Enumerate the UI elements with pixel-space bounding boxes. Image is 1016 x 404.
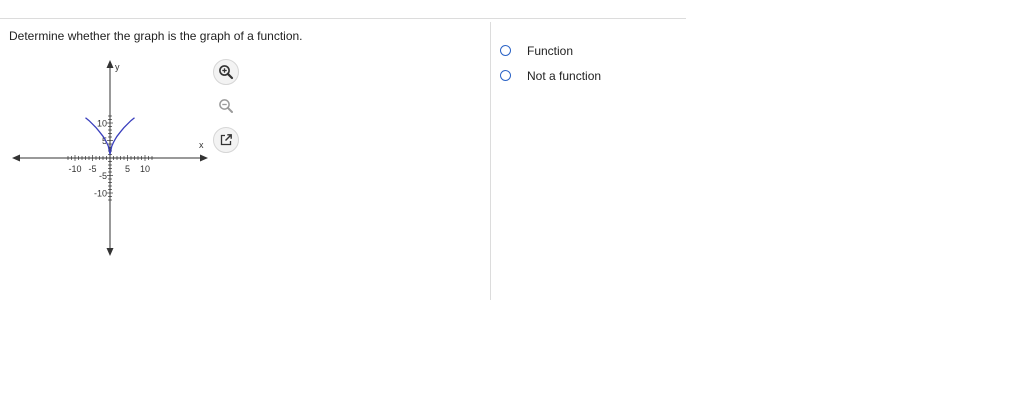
x-tick-label: 10: [140, 164, 150, 174]
x-tick-label: -10: [68, 164, 81, 174]
x-axis-left-arrow: [12, 154, 20, 162]
y-axis-label: y: [115, 62, 120, 72]
external-link-icon: [220, 134, 232, 146]
zoom-out-button[interactable]: [213, 93, 239, 119]
magnifier-minus-icon: [219, 99, 233, 113]
option-label: Function: [527, 43, 574, 58]
y-axis-down-arrow: [106, 248, 114, 256]
option-function[interactable]: Function: [500, 38, 601, 63]
y-tick-label: -10: [94, 189, 107, 199]
option-label: Not a function: [527, 68, 602, 83]
question-text: Determine whether the graph is the graph…: [9, 29, 303, 43]
top-divider: [0, 18, 686, 19]
zoom-in-button[interactable]: [213, 59, 239, 85]
y-axis-up-arrow: [106, 60, 114, 68]
x-tick-label: 5: [125, 164, 130, 174]
y-tick-label: -5: [99, 171, 107, 181]
x-tick-label: -5: [88, 164, 96, 174]
answer-choices: Function Not a function: [500, 38, 601, 88]
radio-button[interactable]: [500, 70, 511, 81]
x-axis-right-arrow: [200, 154, 208, 162]
vertical-divider: [490, 22, 491, 300]
function-graph: -10 -5 5 10105-5-10xy: [12, 60, 208, 256]
option-not-a-function[interactable]: Not a function: [500, 63, 601, 88]
y-tick-label: 10: [97, 119, 107, 129]
popout-button[interactable]: [213, 127, 239, 153]
magnifier-plus-icon: [219, 65, 234, 80]
radio-button[interactable]: [500, 45, 511, 56]
x-axis-label: x: [199, 140, 204, 150]
